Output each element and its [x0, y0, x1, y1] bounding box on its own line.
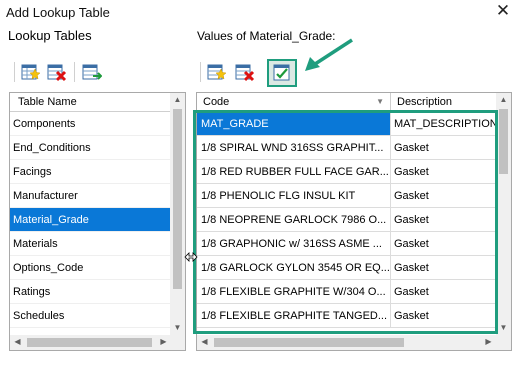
values-grid[interactable]: Code ▼ Description MAT_GRADE MAT_DESCRIP… — [196, 92, 512, 351]
grid-cell-description[interactable]: Gasket — [391, 256, 501, 280]
toolbar-separator — [200, 62, 201, 82]
grid-horizontal-scrollbar[interactable]: ◀ ▶ — [197, 335, 511, 350]
scroll-up-arrow-icon[interactable]: ▲ — [496, 95, 511, 104]
edit-grid-button[interactable] — [267, 59, 297, 87]
grid-cell-description[interactable]: Gasket — [391, 208, 501, 232]
list-item[interactable]: Manufacturer — [10, 184, 172, 208]
sort-dropdown-icon[interactable]: ▼ — [376, 93, 384, 111]
grid-cell-code[interactable]: 1/8 SPIRAL WND 316SS GRAPHIT... — [197, 136, 391, 160]
list-hscroll-thumb[interactable] — [27, 338, 152, 347]
code-column-header[interactable]: Code ▼ — [197, 93, 391, 112]
list-item-selected[interactable]: Material_Grade — [10, 208, 172, 232]
toolbar-separator — [74, 62, 75, 82]
list-item[interactable]: End_Conditions — [10, 136, 172, 160]
grid-hscroll-thumb[interactable] — [214, 338, 404, 347]
grid-cell-description[interactable]: Gasket — [391, 136, 501, 160]
description-column-header[interactable]: Description — [391, 93, 501, 112]
window-title: Add Lookup Table — [6, 5, 110, 20]
resize-cursor-icon — [184, 252, 198, 262]
grid-cell-description[interactable]: Gasket — [391, 232, 501, 256]
list-item[interactable]: Ratings — [10, 280, 172, 304]
add-row-icon[interactable] — [207, 62, 227, 82]
list-item[interactable]: Facings — [10, 160, 172, 184]
list-item[interactable]: Schedules — [10, 304, 172, 328]
list-item[interactable]: Components — [10, 112, 172, 136]
grid-cell-code[interactable]: 1/8 RED RUBBER FULL FACE GAR... — [197, 160, 391, 184]
grid-cell-description[interactable]: Gasket — [391, 184, 501, 208]
table-name-column-header[interactable]: Table Name — [10, 93, 172, 112]
grid-cell-description[interactable]: Gasket — [391, 160, 501, 184]
delete-table-icon[interactable] — [47, 62, 67, 82]
grid-cell-code[interactable]: 1/8 FLEXIBLE GRAPHITE TANGED... — [197, 304, 391, 328]
list-item[interactable]: Materials — [10, 232, 172, 256]
grid-cell-code[interactable]: 1/8 PHENOLIC FLG INSUL KIT — [197, 184, 391, 208]
grid-vscroll-thumb[interactable] — [499, 109, 508, 174]
scroll-up-arrow-icon[interactable]: ▲ — [170, 95, 185, 104]
close-icon[interactable]: ✕ — [494, 2, 512, 20]
scroll-left-arrow-icon[interactable]: ◀ — [10, 337, 25, 346]
lookup-tables-heading: Lookup Tables — [8, 28, 92, 43]
delete-row-icon[interactable] — [235, 62, 255, 82]
annotation-arrow — [305, 38, 353, 71]
grid-vertical-scrollbar[interactable]: ▲ ▼ — [496, 93, 511, 335]
grid-cell-code[interactable]: MAT_GRADE — [197, 112, 391, 136]
add-table-icon[interactable] — [21, 62, 41, 82]
list-vscroll-thumb[interactable] — [173, 109, 182, 289]
lookup-tables-list[interactable]: Table Name Components End_Conditions Fac… — [9, 92, 186, 351]
list-horizontal-scrollbar[interactable]: ◀ ▶ — [10, 335, 185, 350]
list-item[interactable]: Options_Code — [10, 256, 172, 280]
scroll-right-arrow-icon[interactable]: ▶ — [481, 337, 496, 346]
grid-cell-code[interactable]: 1/8 NEOPRENE GARLOCK 7986 O... — [197, 208, 391, 232]
edit-grid-icon — [273, 64, 290, 81]
list-vertical-scrollbar[interactable]: ▲ ▼ — [170, 93, 185, 335]
code-column-label: Code — [203, 96, 230, 108]
grid-cell-code[interactable]: 1/8 GARLOCK GYLON 3545 OR EQ... — [197, 256, 391, 280]
add-column-icon[interactable] — [82, 62, 103, 82]
grid-cell-description[interactable]: Gasket — [391, 304, 501, 328]
scroll-left-arrow-icon[interactable]: ◀ — [197, 337, 212, 346]
scroll-right-arrow-icon[interactable]: ▶ — [156, 337, 171, 346]
grid-cell-code[interactable]: 1/8 GRAPHONIC w/ 316SS ASME ... — [197, 232, 391, 256]
grid-cell-description[interactable]: MAT_DESCRIPTION — [391, 112, 501, 136]
scroll-down-arrow-icon[interactable]: ▼ — [170, 323, 185, 332]
scroll-down-arrow-icon[interactable]: ▼ — [496, 323, 511, 332]
grid-cell-code[interactable]: 1/8 FLEXIBLE GRAPHITE W/304 O... — [197, 280, 391, 304]
grid-cell-description[interactable]: Gasket — [391, 280, 501, 304]
toolbar-separator — [14, 62, 15, 82]
